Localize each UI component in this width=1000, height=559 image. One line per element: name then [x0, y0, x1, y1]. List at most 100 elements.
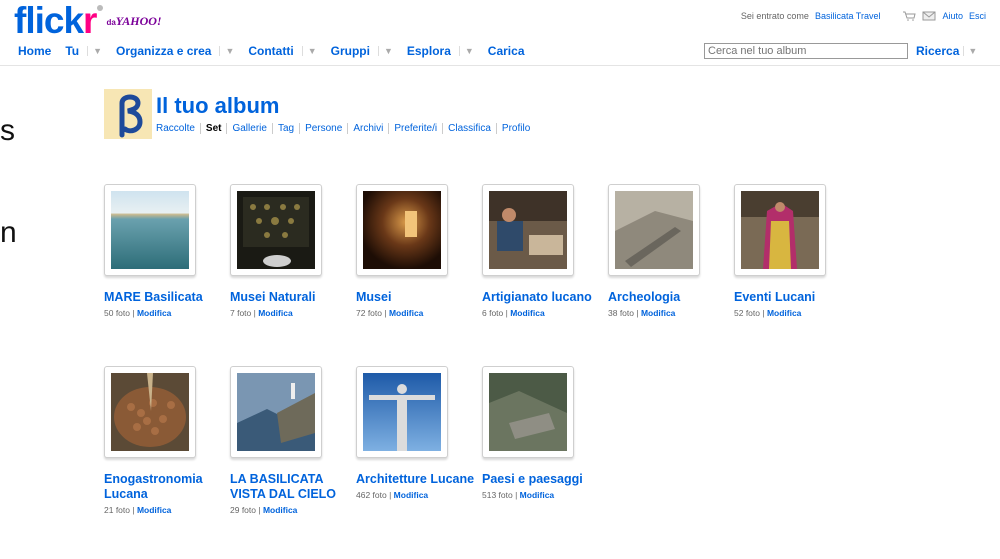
background-fragment: n	[0, 216, 17, 249]
mail-icon[interactable]	[922, 11, 936, 21]
set-thumbnail[interactable]	[356, 184, 448, 276]
set-count: 6 foto	[482, 308, 504, 318]
chevron-down-icon[interactable]: ▼	[377, 46, 393, 56]
set-thumbnail-image	[363, 191, 441, 269]
signed-in-label: Sei entrato come	[740, 11, 809, 21]
chevron-down-icon[interactable]: ▼	[963, 46, 977, 56]
edit-link[interactable]: Modifica	[389, 308, 423, 318]
set-count: 72 foto	[356, 308, 382, 318]
set-thumbnail-image	[111, 191, 189, 269]
set-thumbnail-image	[237, 191, 315, 269]
set-item: Musei 72 foto | Modifica	[356, 184, 476, 318]
set-thumbnail-image	[237, 373, 315, 451]
edit-link[interactable]: Modifica	[767, 308, 801, 318]
search-input[interactable]	[704, 43, 908, 59]
edit-link[interactable]: Modifica	[520, 490, 554, 500]
account-bar: Sei entrato come Basilicata Travel Aiuto…	[741, 11, 986, 21]
set-item: Archeologia 38 foto | Modifica	[608, 184, 728, 318]
subnav-profilo[interactable]: Profilo	[495, 123, 535, 134]
nav-esplora[interactable]: Esplora ▼	[407, 44, 474, 58]
set-count: 7 foto	[230, 308, 252, 318]
set-count: 50 foto	[104, 308, 130, 318]
album-header: Il tuo album Raccolte Set Gallerie Tag P…	[104, 89, 535, 139]
set-thumbnail[interactable]	[230, 366, 322, 458]
subnav-raccolte[interactable]: Raccolte	[156, 123, 200, 134]
set-thumbnail[interactable]	[104, 184, 196, 276]
edit-link[interactable]: Modifica	[137, 505, 171, 515]
set-thumbnail[interactable]	[230, 184, 322, 276]
logo-da: da	[106, 18, 116, 27]
edit-link[interactable]: Modifica	[263, 505, 297, 515]
nav-gruppi[interactable]: Gruppi ▼	[331, 44, 393, 58]
set-title[interactable]: Enogastronomia Lucana	[104, 472, 224, 502]
set-thumbnail-image	[741, 191, 819, 269]
set-item: Architetture Lucane 462 foto | Modifica	[356, 366, 476, 500]
set-count: 513 foto	[482, 490, 513, 500]
set-title[interactable]: Paesi e paesaggi	[482, 472, 602, 487]
site-header: flickr da YAHOO! Sei entrato come Basili…	[0, 0, 1000, 66]
edit-link[interactable]: Modifica	[137, 308, 171, 318]
set-thumbnail[interactable]	[482, 184, 574, 276]
background-fragment: s	[0, 114, 15, 147]
edit-link[interactable]: Modifica	[394, 490, 428, 500]
edit-link[interactable]: Modifica	[258, 308, 292, 318]
set-item: Paesi e paesaggi 513 foto | Modifica	[482, 366, 602, 500]
cart-icon[interactable]	[902, 11, 917, 21]
set-title[interactable]: Architetture Lucane	[356, 472, 476, 487]
nav-organizza[interactable]: Organizza e crea ▼	[116, 44, 234, 58]
edit-link[interactable]: Modifica	[641, 308, 675, 318]
subnav-preferiti[interactable]: Preferite/i	[388, 123, 442, 134]
chevron-down-icon[interactable]: ▼	[301, 46, 317, 56]
set-count: 52 foto	[734, 308, 760, 318]
set-item: MARE Basilicata 50 foto | Modifica	[104, 184, 224, 318]
set-thumbnail-image	[615, 191, 693, 269]
nav-home[interactable]: Home	[18, 44, 51, 58]
set-count: 462 foto	[356, 490, 387, 500]
set-thumbnail-image	[489, 373, 567, 451]
set-title[interactable]: LA BASILICATA VISTA DAL CIELO	[230, 472, 350, 502]
set-item: LA BASILICATA VISTA DAL CIELO 29 foto | …	[230, 366, 350, 515]
set-thumbnail-image	[111, 373, 189, 451]
set-title[interactable]: Musei Naturali	[230, 290, 350, 305]
set-item: Eventi Lucani 52 foto | Modifica	[734, 184, 854, 318]
main-nav: Home Tu ▼ Organizza e crea ▼ Contatti ▼ Gru…	[18, 44, 539, 58]
subnav-persone[interactable]: Persone	[299, 123, 347, 134]
yahoo-logo: YAHOO!	[115, 14, 162, 28]
set-thumbnail-image	[489, 191, 567, 269]
search-button[interactable]: Ricerca ▼	[916, 44, 977, 58]
subnav-archivi[interactable]: Archivi	[347, 123, 388, 134]
chevron-down-icon[interactable]: ▼	[219, 46, 234, 56]
chevron-down-icon[interactable]: ▼	[87, 46, 102, 56]
user-name-link[interactable]: Basilicata Travel	[815, 11, 881, 21]
nav-carica[interactable]: Carica	[488, 44, 525, 58]
subnav-set[interactable]: Set	[199, 123, 227, 134]
subnav-classifica[interactable]: Classifica	[442, 123, 496, 134]
chevron-down-icon[interactable]: ▼	[458, 46, 474, 56]
logout-link[interactable]: Esci	[969, 11, 986, 21]
set-title[interactable]: Artigianato lucano	[482, 290, 602, 305]
nav-contatti[interactable]: Contatti ▼	[248, 44, 316, 58]
set-thumbnail[interactable]	[608, 184, 700, 276]
set-thumbnail[interactable]	[356, 366, 448, 458]
set-thumbnail[interactable]	[734, 184, 826, 276]
set-thumbnail[interactable]	[104, 366, 196, 458]
set-title[interactable]: Eventi Lucani	[734, 290, 854, 305]
set-thumbnail-image	[363, 373, 441, 451]
flickr-logo[interactable]: flickr da YAHOO!	[14, 0, 162, 42]
subnav-gallerie[interactable]: Gallerie	[226, 123, 271, 134]
buddy-icon[interactable]	[104, 89, 152, 139]
set-title[interactable]: Musei	[356, 290, 476, 305]
nav-tu[interactable]: Tu ▼	[65, 44, 102, 58]
set-item: Enogastronomia Lucana 21 foto | Modifica	[104, 366, 224, 515]
set-title[interactable]: Archeologia	[608, 290, 728, 305]
set-thumbnail[interactable]	[482, 366, 574, 458]
subnav-tag[interactable]: Tag	[271, 123, 299, 134]
set-title[interactable]: MARE Basilicata	[104, 290, 224, 305]
set-item: Musei Naturali 7 foto | Modifica	[230, 184, 350, 318]
help-link[interactable]: Aiuto	[942, 11, 963, 21]
edit-link[interactable]: Modifica	[510, 308, 544, 318]
set-count: 38 foto	[608, 308, 634, 318]
page-title: Il tuo album	[156, 93, 280, 118]
set-count: 29 foto	[230, 505, 256, 515]
set-item: Artigianato lucano 6 foto | Modifica	[482, 184, 602, 318]
